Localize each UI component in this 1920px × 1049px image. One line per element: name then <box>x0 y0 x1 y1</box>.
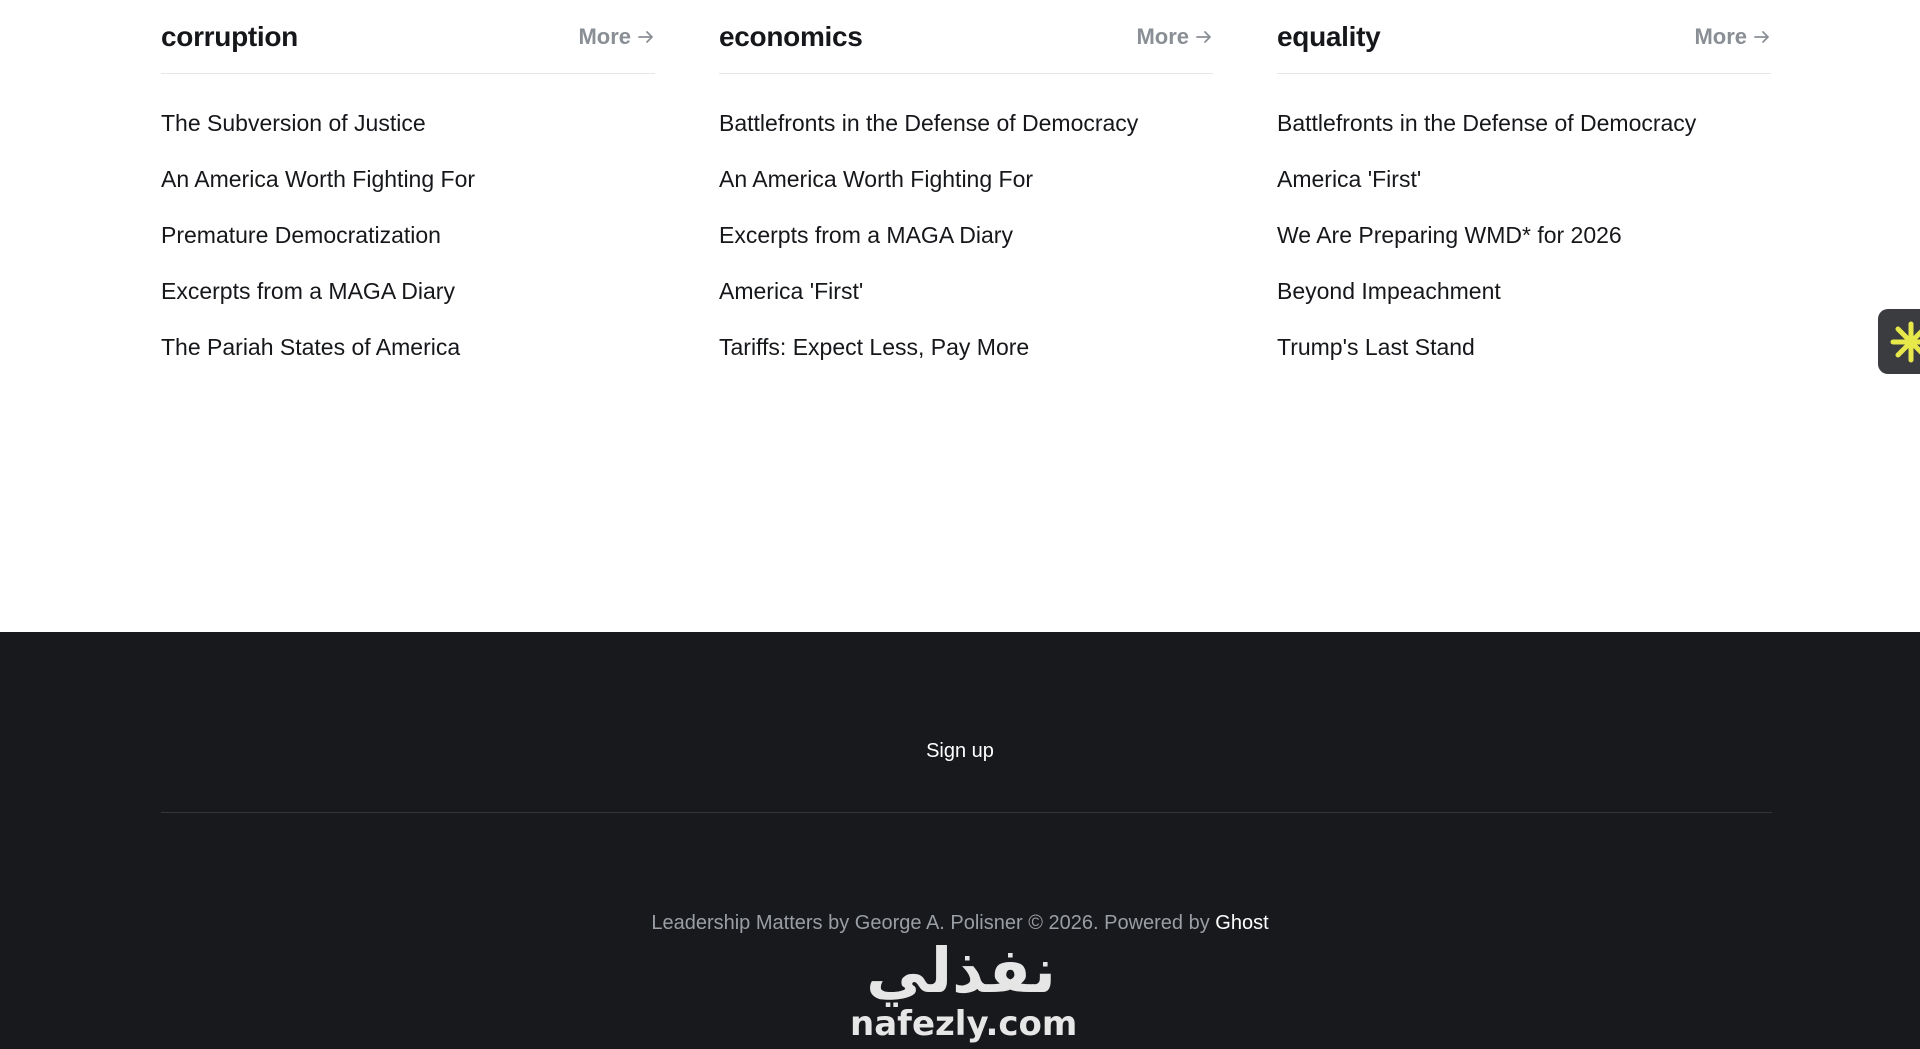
more-link[interactable]: More <box>578 24 655 50</box>
post-link[interactable]: America 'First' <box>1277 151 1771 207</box>
tag-title[interactable]: corruption <box>161 21 298 53</box>
signup-wrap: Sign up <box>0 740 1920 763</box>
tag-sections: corruption More The Subversion of Justic… <box>161 0 1772 632</box>
post-link[interactable]: Tariffs: Expect Less, Pay More <box>719 319 1213 375</box>
tag-section-economics: economics More Battlefronts in the Defen… <box>719 0 1213 632</box>
tag-header: equality More <box>1277 0 1771 74</box>
footer-divider <box>161 812 1772 813</box>
site-footer: Sign up Leadership Matters by George A. … <box>0 632 1920 1049</box>
post-link[interactable]: Trump's Last Stand <box>1277 319 1771 375</box>
tag-title[interactable]: equality <box>1277 21 1381 53</box>
signup-link[interactable]: Sign up <box>926 740 994 762</box>
tag-section-corruption: corruption More The Subversion of Justic… <box>161 0 655 632</box>
post-list: Battlefronts in the Defense of Democracy… <box>719 74 1213 375</box>
post-list: The Subversion of Justice An America Wor… <box>161 74 655 375</box>
post-link[interactable]: America 'First' <box>719 263 1213 319</box>
tag-section-equality: equality More Battlefronts in the Defens… <box>1277 0 1771 632</box>
arrow-right-icon <box>1754 30 1769 43</box>
more-label: More <box>1694 23 1747 49</box>
post-link[interactable]: We Are Preparing WMD* for 2026 <box>1277 207 1771 263</box>
arrow-right-icon <box>638 30 653 43</box>
more-label: More <box>578 23 631 49</box>
post-link[interactable]: Battlefronts in the Defense of Democracy <box>1277 95 1771 151</box>
post-link[interactable]: An America Worth Fighting For <box>719 151 1213 207</box>
side-widget-button[interactable] <box>1878 309 1920 374</box>
copyright-text: Leadership Matters by George A. Polisner… <box>0 912 1920 935</box>
more-link[interactable]: More <box>1694 24 1771 50</box>
more-label: More <box>1136 23 1189 49</box>
tag-header: corruption More <box>161 0 655 74</box>
post-link[interactable]: Premature Democratization <box>161 207 655 263</box>
more-link[interactable]: More <box>1136 24 1213 50</box>
post-link[interactable]: Excerpts from a MAGA Diary <box>719 207 1213 263</box>
arrow-right-icon <box>1196 30 1211 43</box>
post-link[interactable]: The Subversion of Justice <box>161 95 655 151</box>
watermark-latin: nafezly.com <box>850 1004 1078 1044</box>
post-link[interactable]: An America Worth Fighting For <box>161 151 655 207</box>
post-link[interactable]: The Pariah States of America <box>161 319 655 375</box>
watermark-arabic: نفذلي <box>866 934 1058 1007</box>
post-link[interactable]: Excerpts from a MAGA Diary <box>161 263 655 319</box>
post-link[interactable]: Beyond Impeachment <box>1277 263 1771 319</box>
tag-title[interactable]: economics <box>719 21 863 53</box>
nafezly-watermark: نفذلي nafezly.com <box>850 934 1078 1049</box>
post-link[interactable]: Battlefronts in the Defense of Democracy <box>719 95 1213 151</box>
ghost-link[interactable]: Ghost <box>1215 912 1268 934</box>
tag-header: economics More <box>719 0 1213 74</box>
page: corruption More The Subversion of Justic… <box>0 0 1920 1049</box>
post-list: Battlefronts in the Defense of Democracy… <box>1277 74 1771 375</box>
asterisk-icon <box>1890 321 1920 362</box>
copyright-label: Leadership Matters by George A. Polisner… <box>651 912 1216 934</box>
